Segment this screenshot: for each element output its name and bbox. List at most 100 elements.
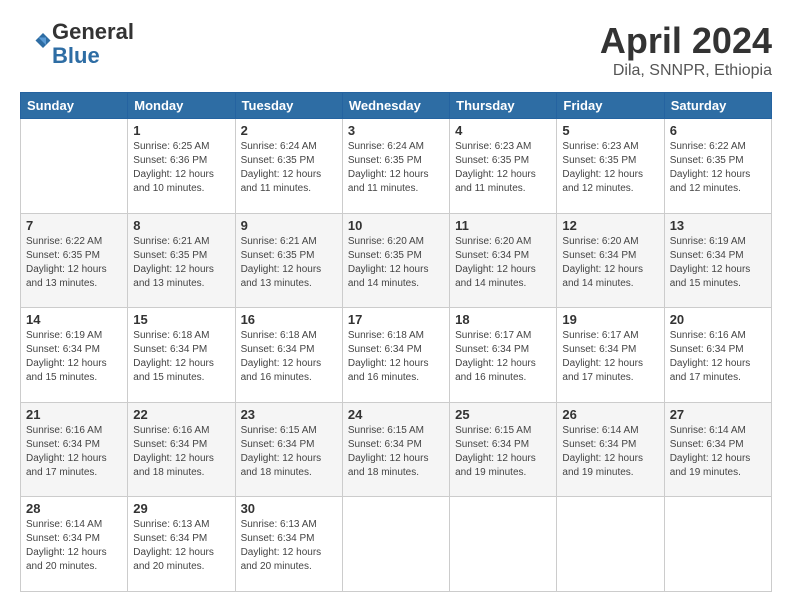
day-info: Sunrise: 6:24 AM Sunset: 6:35 PM Dayligh… bbox=[348, 140, 444, 196]
calendar-col-wednesday: Wednesday bbox=[342, 93, 449, 119]
calendar-cell: 11 Sunrise: 6:20 AM Sunset: 6:34 PM Dayli… bbox=[450, 213, 557, 308]
day-number: 4 bbox=[455, 123, 551, 138]
day-info: Sunrise: 6:19 AM Sunset: 6:34 PM Dayligh… bbox=[26, 329, 122, 385]
day-number: 15 bbox=[133, 312, 229, 327]
day-number: 16 bbox=[241, 312, 337, 327]
day-info: Sunrise: 6:14 AM Sunset: 6:34 PM Dayligh… bbox=[562, 424, 658, 480]
day-info: Sunrise: 6:15 AM Sunset: 6:34 PM Dayligh… bbox=[348, 424, 444, 480]
calendar-cell: 26Sunrise: 6:14 AM Sunset: 6:34 PM Dayli… bbox=[557, 402, 664, 497]
title-block: April 2024 Dila, SNNPR, Ethiopia bbox=[600, 20, 772, 80]
day-info: Sunrise: 6:16 AM Sunset: 6:34 PM Dayligh… bbox=[26, 424, 122, 480]
calendar-cell bbox=[557, 497, 664, 592]
day-number: 13 bbox=[670, 218, 766, 233]
calendar-cell: 25 Sunrise: 6:15 AM Sunset: 6:34 PM Dayli… bbox=[450, 402, 557, 497]
day-number: 14 bbox=[26, 312, 122, 327]
day-info: Sunrise: 6:23 AM Sunset: 6:35 PM Dayligh… bbox=[562, 140, 658, 196]
day-info: Sunrise: 6:16 AM Sunset: 6:34 PM Dayligh… bbox=[133, 424, 229, 480]
day-info: Sunrise: 6:25 AM Sunset: 6:36 PM Dayligh… bbox=[133, 140, 229, 196]
day-number: 24 bbox=[348, 407, 444, 422]
calendar-cell: 13 Sunrise: 6:19 AM Sunset: 6:34 PM Dayli… bbox=[664, 213, 771, 308]
day-number: 21 bbox=[26, 407, 122, 422]
day-info: Sunrise: 6:23 AM Sunset: 6:35 PM Dayligh… bbox=[455, 140, 551, 196]
day-number: 20 bbox=[670, 312, 766, 327]
calendar-cell: 6 Sunrise: 6:22 AM Sunset: 6:35 PM Daylig… bbox=[664, 119, 771, 214]
calendar-cell: 9 Sunrise: 6:21 AM Sunset: 6:35 PM Daylig… bbox=[235, 213, 342, 308]
calendar-cell: 18 Sunrise: 6:17 AM Sunset: 6:34 PM Dayli… bbox=[450, 308, 557, 403]
day-number: 29 bbox=[133, 501, 229, 516]
day-info: Sunrise: 6:18 AM Sunset: 6:34 PM Dayligh… bbox=[348, 329, 444, 385]
day-number: 10 bbox=[348, 218, 444, 233]
logo-general: General bbox=[52, 19, 134, 44]
day-info: Sunrise: 6:15 AM Sunset: 6:34 PM Dayligh… bbox=[241, 424, 337, 480]
logo: General Blue bbox=[20, 20, 134, 68]
calendar-week-5: 28Sunrise: 6:14 AM Sunset: 6:34 PM Dayli… bbox=[21, 497, 772, 592]
logo-icon bbox=[22, 27, 52, 57]
logo-text: General Blue bbox=[52, 20, 134, 68]
calendar-header-row: SundayMondayTuesdayWednesdayThursdayFrid… bbox=[21, 93, 772, 119]
day-info: Sunrise: 6:18 AM Sunset: 6:34 PM Dayligh… bbox=[241, 329, 337, 385]
day-number: 3 bbox=[348, 123, 444, 138]
calendar-col-thursday: Thursday bbox=[450, 93, 557, 119]
day-number: 7 bbox=[26, 218, 122, 233]
calendar-cell: 23 Sunrise: 6:15 AM Sunset: 6:34 PM Dayli… bbox=[235, 402, 342, 497]
calendar-cell: 24 Sunrise: 6:15 AM Sunset: 6:34 PM Dayli… bbox=[342, 402, 449, 497]
calendar-cell: 20 Sunrise: 6:16 AM Sunset: 6:34 PM Dayli… bbox=[664, 308, 771, 403]
day-info: Sunrise: 6:19 AM Sunset: 6:34 PM Dayligh… bbox=[670, 235, 766, 291]
day-number: 28 bbox=[26, 501, 122, 516]
calendar-cell: 17Sunrise: 6:18 AM Sunset: 6:34 PM Dayli… bbox=[342, 308, 449, 403]
calendar-cell bbox=[664, 497, 771, 592]
calendar-col-sunday: Sunday bbox=[21, 93, 128, 119]
day-info: Sunrise: 6:20 AM Sunset: 6:35 PM Dayligh… bbox=[348, 235, 444, 291]
day-number: 22 bbox=[133, 407, 229, 422]
calendar-cell: 22 Sunrise: 6:16 AM Sunset: 6:34 PM Dayli… bbox=[128, 402, 235, 497]
day-info: Sunrise: 6:16 AM Sunset: 6:34 PM Dayligh… bbox=[670, 329, 766, 385]
day-number: 18 bbox=[455, 312, 551, 327]
calendar-cell bbox=[21, 119, 128, 214]
calendar-week-3: 14 Sunrise: 6:19 AM Sunset: 6:34 PM Dayli… bbox=[21, 308, 772, 403]
calendar-col-monday: Monday bbox=[128, 93, 235, 119]
day-number: 25 bbox=[455, 407, 551, 422]
day-info: Sunrise: 6:21 AM Sunset: 6:35 PM Dayligh… bbox=[241, 235, 337, 291]
day-number: 2 bbox=[241, 123, 337, 138]
main-title: April 2024 bbox=[600, 20, 772, 62]
page: General Blue April 2024 Dila, SNNPR, Eth… bbox=[0, 0, 792, 612]
day-info: Sunrise: 6:13 AM Sunset: 6:34 PM Dayligh… bbox=[241, 518, 337, 574]
calendar-cell bbox=[342, 497, 449, 592]
day-number: 30 bbox=[241, 501, 337, 516]
day-number: 1 bbox=[133, 123, 229, 138]
calendar-cell: 30 Sunrise: 6:13 AM Sunset: 6:34 PM Dayli… bbox=[235, 497, 342, 592]
calendar-week-2: 7 Sunrise: 6:22 AM Sunset: 6:35 PM Daylig… bbox=[21, 213, 772, 308]
day-number: 8 bbox=[133, 218, 229, 233]
day-info: Sunrise: 6:17 AM Sunset: 6:34 PM Dayligh… bbox=[562, 329, 658, 385]
calendar-col-tuesday: Tuesday bbox=[235, 93, 342, 119]
calendar-week-4: 21 Sunrise: 6:16 AM Sunset: 6:34 PM Dayli… bbox=[21, 402, 772, 497]
calendar-cell: 2 Sunrise: 6:24 AM Sunset: 6:35 PM Daylig… bbox=[235, 119, 342, 214]
calendar-col-saturday: Saturday bbox=[664, 93, 771, 119]
day-number: 5 bbox=[562, 123, 658, 138]
calendar-cell: 28Sunrise: 6:14 AM Sunset: 6:34 PM Dayli… bbox=[21, 497, 128, 592]
day-info: Sunrise: 6:17 AM Sunset: 6:34 PM Dayligh… bbox=[455, 329, 551, 385]
calendar-cell: 19 Sunrise: 6:17 AM Sunset: 6:34 PM Dayli… bbox=[557, 308, 664, 403]
day-number: 23 bbox=[241, 407, 337, 422]
calendar-cell: 12Sunrise: 6:20 AM Sunset: 6:34 PM Dayli… bbox=[557, 213, 664, 308]
day-info: Sunrise: 6:20 AM Sunset: 6:34 PM Dayligh… bbox=[455, 235, 551, 291]
day-info: Sunrise: 6:24 AM Sunset: 6:35 PM Dayligh… bbox=[241, 140, 337, 196]
day-number: 9 bbox=[241, 218, 337, 233]
day-number: 11 bbox=[455, 218, 551, 233]
subtitle: Dila, SNNPR, Ethiopia bbox=[600, 62, 772, 80]
day-number: 19 bbox=[562, 312, 658, 327]
calendar-cell: 21 Sunrise: 6:16 AM Sunset: 6:34 PM Dayli… bbox=[21, 402, 128, 497]
day-info: Sunrise: 6:15 AM Sunset: 6:34 PM Dayligh… bbox=[455, 424, 551, 480]
calendar-cell: 8 Sunrise: 6:21 AM Sunset: 6:35 PM Daylig… bbox=[128, 213, 235, 308]
calendar-col-friday: Friday bbox=[557, 93, 664, 119]
calendar-cell: 27Sunrise: 6:14 AM Sunset: 6:34 PM Dayli… bbox=[664, 402, 771, 497]
day-info: Sunrise: 6:21 AM Sunset: 6:35 PM Dayligh… bbox=[133, 235, 229, 291]
calendar-table: SundayMondayTuesdayWednesdayThursdayFrid… bbox=[20, 92, 772, 592]
day-info: Sunrise: 6:22 AM Sunset: 6:35 PM Dayligh… bbox=[26, 235, 122, 291]
day-info: Sunrise: 6:22 AM Sunset: 6:35 PM Dayligh… bbox=[670, 140, 766, 196]
day-info: Sunrise: 6:20 AM Sunset: 6:34 PM Dayligh… bbox=[562, 235, 658, 291]
header: General Blue April 2024 Dila, SNNPR, Eth… bbox=[20, 20, 772, 80]
calendar-cell: 29Sunrise: 6:13 AM Sunset: 6:34 PM Dayli… bbox=[128, 497, 235, 592]
calendar-week-1: 1 Sunrise: 6:25 AM Sunset: 6:36 PM Daylig… bbox=[21, 119, 772, 214]
day-number: 6 bbox=[670, 123, 766, 138]
